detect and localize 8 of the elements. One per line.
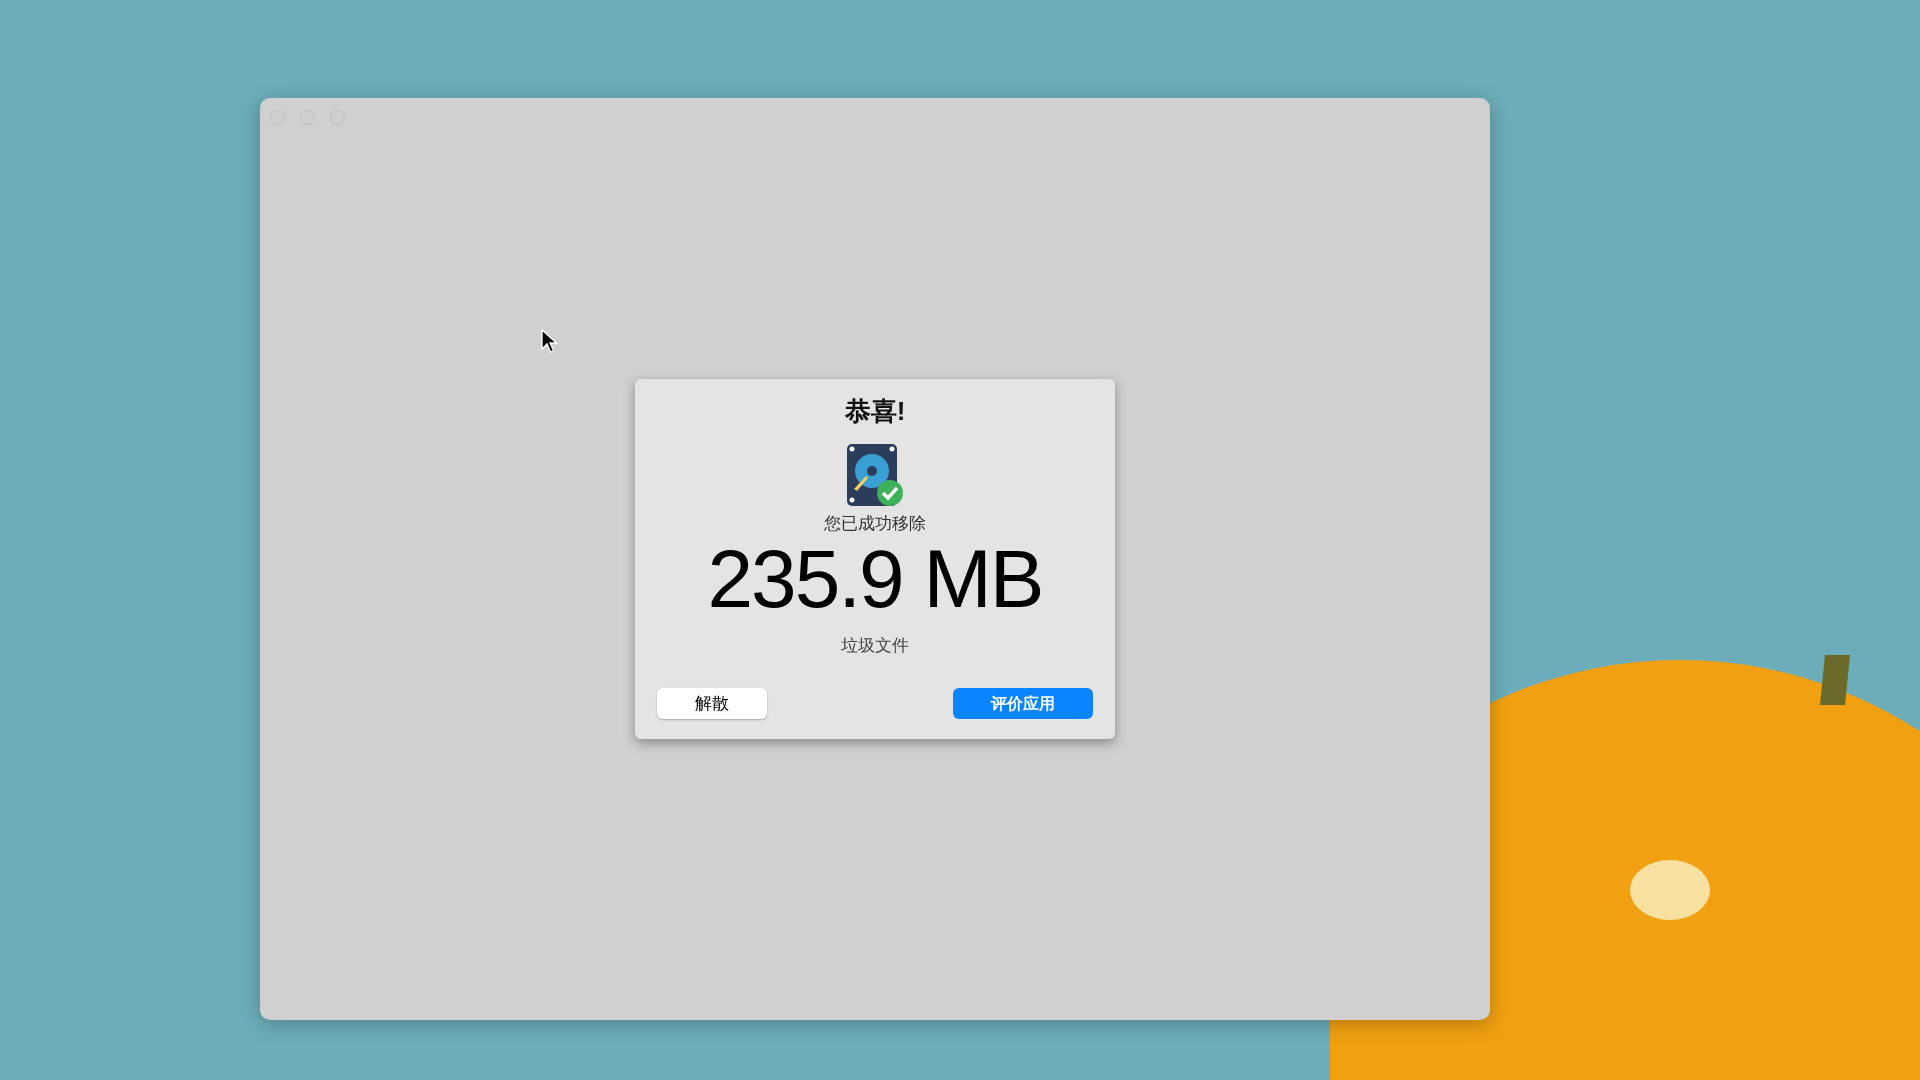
amount-caption: 垃圾文件 xyxy=(841,634,909,657)
removed-amount: 235.9 MB xyxy=(707,536,1043,621)
rate-app-button[interactable]: 评价应用 xyxy=(953,688,1093,719)
success-message: 您已成功移除 xyxy=(824,513,926,535)
mouse-pointer-icon xyxy=(541,329,558,354)
dismiss-button[interactable]: 解散 xyxy=(657,688,767,719)
dialog-title: 恭喜! xyxy=(844,395,906,428)
hard-drive-check-icon xyxy=(846,443,904,507)
